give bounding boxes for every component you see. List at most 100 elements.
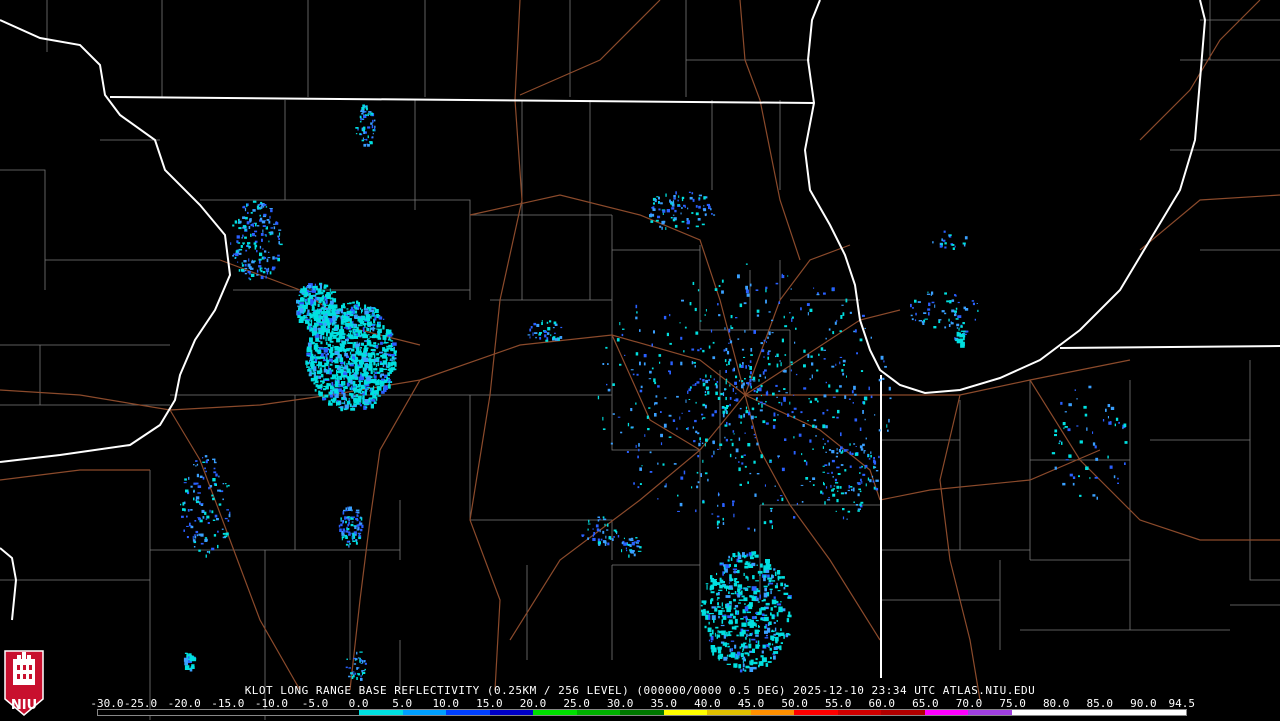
echo-cell	[758, 626, 760, 628]
echo-cell	[870, 454, 872, 458]
echo-cell	[696, 485, 699, 489]
echo-cell	[741, 380, 744, 382]
echo-cell	[708, 345, 711, 349]
echo-cell	[851, 452, 854, 455]
echo-cell	[262, 215, 267, 218]
echo-cell	[202, 516, 205, 519]
echo-cell	[781, 273, 783, 275]
echo-cell	[345, 349, 347, 351]
echo-cell	[757, 640, 760, 645]
echo-cell	[316, 370, 322, 375]
echo-cell	[779, 360, 781, 362]
echo-cell	[835, 389, 839, 393]
echo-cell	[943, 230, 946, 233]
echo-cell	[944, 242, 947, 245]
echo-cell	[745, 285, 748, 290]
echo-cell	[622, 328, 625, 330]
echo-cell	[773, 568, 776, 571]
echo-cell	[1062, 422, 1066, 426]
echo-cell	[735, 578, 738, 580]
echo-cell	[185, 489, 189, 493]
echo-cell	[184, 508, 186, 512]
echo-cell	[332, 322, 334, 326]
echo-cell	[362, 399, 364, 405]
echo-cell	[844, 469, 847, 472]
echo-cell	[374, 127, 376, 131]
echo-cell	[717, 630, 719, 634]
echo-cell	[592, 537, 596, 541]
echo-cell	[713, 378, 715, 381]
colorbar-segment	[1098, 710, 1143, 715]
echo-cell	[717, 504, 719, 507]
echo-cell	[749, 371, 752, 375]
echo-cell	[541, 322, 543, 325]
echo-cell	[815, 425, 818, 429]
echo-cell	[341, 364, 343, 367]
echo-cell	[366, 321, 372, 326]
echo-cell	[715, 391, 718, 396]
echo-cell	[844, 395, 847, 399]
echo-cell	[732, 430, 735, 433]
echo-cell	[638, 448, 640, 452]
echo-cell	[820, 347, 824, 351]
echo-cell	[275, 222, 279, 225]
echo-cell	[663, 315, 667, 320]
echo-cell	[713, 214, 716, 216]
echo-cell	[842, 516, 845, 520]
echo-cell	[347, 360, 350, 365]
echo-cell	[730, 613, 734, 616]
echo-cell	[535, 336, 537, 339]
echo-cell	[740, 618, 744, 620]
echo-cell	[747, 586, 751, 588]
echo-cell	[774, 627, 777, 632]
echo-cell	[708, 639, 710, 642]
echo-cell	[698, 205, 701, 209]
echo-cell	[868, 458, 871, 460]
echo-cell	[352, 383, 355, 387]
echo-cell	[687, 220, 690, 224]
echo-cell	[355, 509, 360, 512]
echo-cell	[704, 404, 707, 409]
echo-cell	[343, 386, 345, 389]
echo-cell	[356, 529, 360, 531]
echo-cell	[725, 370, 727, 373]
echo-cell	[824, 501, 826, 505]
echo-cell	[370, 370, 373, 374]
echo-cell	[355, 127, 359, 129]
echo-cell	[324, 362, 329, 367]
echo-cell	[329, 340, 334, 343]
echo-cell	[191, 657, 197, 662]
echo-cell	[1110, 406, 1115, 410]
echo-cell	[360, 371, 362, 375]
echo-cell	[314, 323, 319, 325]
echo-cell	[315, 293, 318, 295]
echo-cell	[716, 515, 720, 518]
echo-cell	[250, 212, 253, 214]
echo-cell	[736, 634, 739, 637]
echo-cell	[538, 333, 542, 336]
echo-cell	[756, 644, 758, 649]
echo-cell	[318, 323, 323, 325]
echo-cell	[554, 338, 559, 341]
echo-cell	[264, 250, 267, 253]
echo-cell	[346, 313, 351, 316]
echo-cell	[842, 372, 845, 376]
echo-cell	[370, 316, 372, 319]
echo-cell	[755, 623, 757, 628]
echo-cell	[768, 331, 771, 336]
echo-cell	[818, 353, 820, 356]
echo-cell	[710, 640, 713, 643]
echo-cell	[541, 320, 543, 322]
colorbar-segment	[576, 710, 621, 715]
echo-cell	[315, 332, 317, 335]
echo-cell	[767, 356, 769, 360]
echo-cell	[368, 398, 371, 403]
colorbar-segment	[620, 710, 664, 715]
echo-cell	[636, 540, 640, 542]
echo-cell	[587, 523, 591, 525]
echo-cell	[711, 413, 715, 417]
echo-cell	[327, 343, 331, 347]
echo-cell	[559, 336, 563, 339]
echo-cell	[358, 533, 361, 536]
echo-cell	[387, 331, 390, 335]
